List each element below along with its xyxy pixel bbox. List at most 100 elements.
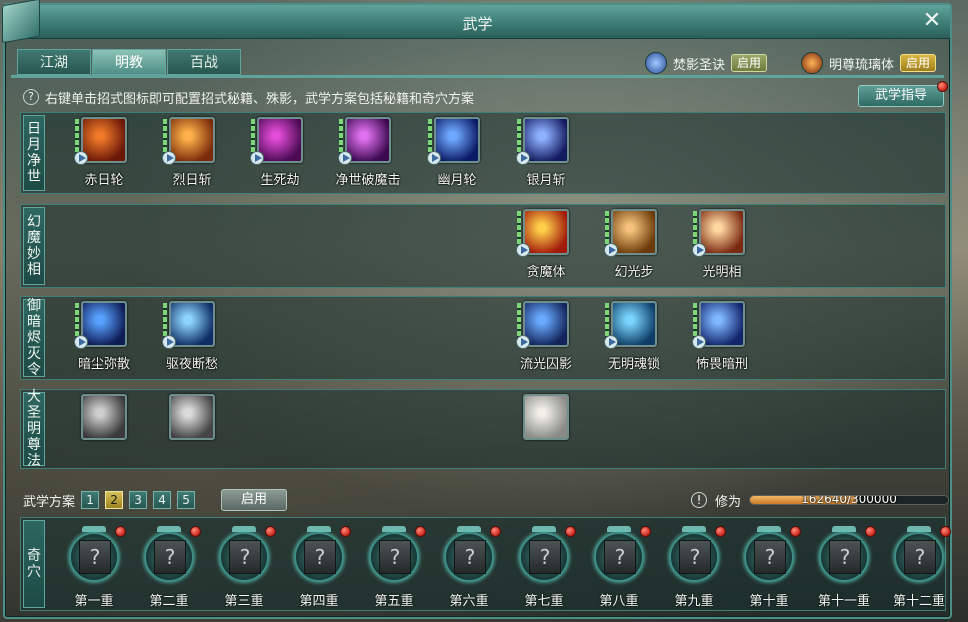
qixue-unknown-icon[interactable]: ? bbox=[79, 540, 111, 574]
qixue-slot[interactable]: ? 第四重 bbox=[282, 524, 356, 609]
plan-option-button[interactable]: 5 bbox=[177, 491, 196, 509]
skill-slot[interactable]: 驱夜断愁 bbox=[149, 301, 239, 377]
play-icon[interactable] bbox=[427, 151, 441, 165]
school-label-char: 妙 bbox=[27, 246, 41, 262]
close-icon: ✕ bbox=[922, 8, 942, 33]
skill-slot[interactable]: 光明相 bbox=[679, 209, 769, 285]
toggle-fenying[interactable]: 焚影圣诀 启用 bbox=[645, 51, 768, 75]
skill-slot[interactable]: 流光囚影 bbox=[503, 301, 593, 377]
play-icon[interactable] bbox=[516, 243, 530, 257]
skill-name: 净世破魔击 bbox=[335, 173, 401, 188]
qixue-unknown-icon[interactable]: ? bbox=[604, 540, 636, 574]
play-icon[interactable] bbox=[338, 151, 352, 165]
qixue-slot[interactable]: ? 第十二重 bbox=[882, 524, 956, 609]
qixue-slot-name: 第十重 bbox=[749, 594, 789, 609]
play-icon[interactable] bbox=[692, 335, 706, 349]
qixue-slot[interactable]: ? 第七重 bbox=[507, 524, 581, 609]
skill-icon[interactable] bbox=[81, 394, 127, 440]
qixue-slot[interactable]: ? 第九重 bbox=[657, 524, 731, 609]
plan-option-button[interactable]: 2 bbox=[105, 491, 124, 509]
plan-option-button[interactable]: 3 bbox=[129, 491, 148, 509]
martial-arts-window: 武学 ✕ 江湖 明教 百战 焚影圣诀 启用 明尊琉璃体 启用 ? 右键单击招式图… bbox=[2, 0, 952, 619]
play-icon[interactable] bbox=[516, 151, 530, 165]
play-icon[interactable] bbox=[604, 243, 618, 257]
tab-mingjiao[interactable]: 明教 bbox=[92, 49, 166, 75]
tab-baizhan[interactable]: 百战 bbox=[167, 49, 241, 75]
qixue-slot[interactable]: ? 第五重 bbox=[357, 524, 431, 609]
qixue-unknown-icon[interactable]: ? bbox=[829, 540, 861, 574]
skill-name: 幽月轮 bbox=[437, 173, 477, 188]
skill-slot[interactable] bbox=[61, 394, 151, 470]
skill-slot[interactable]: 怖畏暗刑 bbox=[679, 301, 769, 377]
skill-slot[interactable]: 净世破魔击 bbox=[325, 117, 415, 193]
qixue-placeholder: ? bbox=[764, 545, 776, 569]
play-icon[interactable] bbox=[250, 151, 264, 165]
qixue-placeholder: ? bbox=[539, 545, 551, 569]
qixue-unknown-icon[interactable]: ? bbox=[154, 540, 186, 574]
skill-slot[interactable] bbox=[503, 394, 593, 470]
school-label-char: 幻 bbox=[27, 214, 41, 230]
qixue-slot[interactable]: ? 第十一重 bbox=[807, 524, 881, 609]
notification-dot-icon bbox=[190, 526, 201, 537]
play-icon[interactable] bbox=[74, 335, 88, 349]
qixue-unknown-icon[interactable]: ? bbox=[379, 540, 411, 574]
toggle-fenying-state[interactable]: 启用 bbox=[731, 54, 768, 72]
play-icon[interactable] bbox=[162, 335, 176, 349]
skill-slot[interactable]: 赤日轮 bbox=[61, 117, 151, 193]
toggle-mingzun-label: 明尊琉璃体 bbox=[829, 57, 895, 73]
skill-icon[interactable] bbox=[523, 394, 569, 440]
school-label-char: 明 bbox=[27, 421, 41, 437]
plan-option-button[interactable]: 1 bbox=[81, 491, 100, 509]
qixue-unknown-icon[interactable]: ? bbox=[904, 540, 936, 574]
skill-slot[interactable]: 贪魔体 bbox=[503, 209, 593, 285]
play-icon[interactable] bbox=[692, 243, 706, 257]
school-label-char: 尊 bbox=[27, 437, 41, 453]
qixue-unknown-icon[interactable]: ? bbox=[304, 540, 336, 574]
notification-dot-icon bbox=[940, 526, 951, 537]
plan-enable-button[interactable]: 启用 bbox=[221, 489, 288, 511]
qixue-unknown-icon[interactable]: ? bbox=[679, 540, 711, 574]
toggle-mingzun[interactable]: 明尊琉璃体 启用 bbox=[801, 51, 937, 75]
qixue-slot-name: 第六重 bbox=[449, 594, 489, 609]
skill-slot[interactable]: 无明魂锁 bbox=[591, 301, 681, 377]
qixue-unknown-icon[interactable]: ? bbox=[754, 540, 786, 574]
skill-icon[interactable] bbox=[169, 394, 215, 440]
qixue-unknown-icon[interactable]: ? bbox=[229, 540, 261, 574]
skill-slot[interactable]: 银月斩 bbox=[503, 117, 593, 193]
qixue-slot-name: 第十一重 bbox=[817, 594, 870, 609]
notification-dot-icon bbox=[865, 526, 876, 537]
plan-option-button[interactable]: 4 bbox=[153, 491, 172, 509]
skill-name: 怖畏暗刑 bbox=[695, 357, 748, 372]
qixue-placeholder: ? bbox=[314, 545, 326, 569]
info-icon[interactable]: ! bbox=[691, 492, 707, 508]
skill-slot[interactable]: 烈日斩 bbox=[149, 117, 239, 193]
title-bar[interactable]: 武学 ✕ bbox=[2, 0, 950, 44]
skill-slot[interactable]: 暗尘弥散 bbox=[61, 301, 151, 377]
skill-slot[interactable]: 生死劫 bbox=[237, 117, 327, 193]
close-button[interactable]: ✕ bbox=[920, 10, 944, 34]
skill-slot[interactable]: 幽月轮 bbox=[414, 117, 504, 193]
toggle-mingzun-state[interactable]: 启用 bbox=[900, 54, 937, 72]
qixue-unknown-icon[interactable]: ? bbox=[529, 540, 561, 574]
qixue-slot[interactable]: ? 第三重 bbox=[207, 524, 281, 609]
skill-name: 幻光步 bbox=[614, 265, 654, 280]
play-icon[interactable] bbox=[516, 335, 530, 349]
qixue-slot[interactable]: ? 第八重 bbox=[582, 524, 656, 609]
qixue-slot[interactable]: ? 第二重 bbox=[132, 524, 206, 609]
tab-divider bbox=[11, 75, 944, 78]
qixue-slot[interactable]: ? 第十重 bbox=[732, 524, 806, 609]
qixue-slot[interactable]: ? 第一重 bbox=[57, 524, 131, 609]
school-label-char: 魔 bbox=[27, 230, 41, 246]
skill-slot[interactable] bbox=[149, 394, 239, 470]
qixue-slot-name: 第五重 bbox=[374, 594, 414, 609]
guide-button[interactable]: 武学指导 bbox=[858, 85, 944, 107]
notification-dot-icon bbox=[415, 526, 426, 537]
qixue-unknown-icon[interactable]: ? bbox=[454, 540, 486, 574]
play-icon[interactable] bbox=[74, 151, 88, 165]
skill-slot[interactable]: 幻光步 bbox=[591, 209, 681, 285]
play-icon[interactable] bbox=[162, 151, 176, 165]
tab-jianghu[interactable]: 江湖 bbox=[17, 49, 91, 75]
qixue-slot[interactable]: ? 第六重 bbox=[432, 524, 506, 609]
question-icon[interactable]: ? bbox=[23, 89, 39, 105]
play-icon[interactable] bbox=[604, 335, 618, 349]
